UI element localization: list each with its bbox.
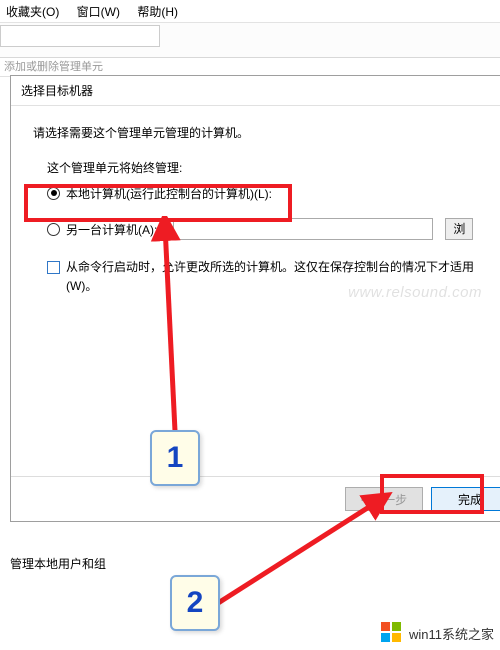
radio-remote-label: 另一台计算机(A):	[66, 221, 157, 238]
dialog-footer: < 上一步 完成	[11, 476, 500, 521]
menu-help[interactable]: 帮助(H)	[137, 5, 178, 19]
snapins-header: 添加或删除管理单元	[0, 58, 500, 76]
allow-change-checkbox[interactable]	[47, 261, 60, 274]
dialog-title: 选择目标机器	[11, 76, 500, 105]
back-button[interactable]: < 上一步	[345, 487, 423, 511]
menubar: 收藏夹(O) 窗口(W) 帮助(H)	[0, 0, 500, 22]
remote-computer-input[interactable]	[173, 218, 433, 240]
windows-logo-icon	[381, 622, 403, 644]
section-local-users-groups: 管理本地用户和组	[10, 555, 106, 572]
radio-remote-computer[interactable]	[47, 223, 60, 236]
menu-favorites[interactable]: 收藏夹(O)	[6, 5, 59, 19]
radio-local-label: 本地计算机(运行此控制台的计算机)(L):	[66, 185, 272, 202]
browse-button[interactable]: 浏	[445, 218, 473, 240]
dialog-prompt: 请选择需要这个管理单元管理的计算机。	[33, 124, 500, 141]
watermark-brand: win11系统之家	[381, 622, 494, 644]
radio-local-computer[interactable]	[47, 187, 60, 200]
dialog-sub-label: 这个管理单元将始终管理:	[33, 159, 500, 176]
menu-window[interactable]: 窗口(W)	[77, 5, 120, 19]
watermark-url: www.relsound.com	[348, 284, 482, 301]
finish-button[interactable]: 完成	[431, 487, 500, 511]
watermark-brand-text: win11系统之家	[409, 624, 494, 643]
toolbar-field	[0, 25, 160, 47]
annotation-step-2: 2	[170, 575, 220, 631]
computer-radio-group: 本地计算机(运行此控制台的计算机)(L): 另一台计算机(A): 浏	[33, 178, 500, 244]
toolbar	[0, 22, 500, 58]
